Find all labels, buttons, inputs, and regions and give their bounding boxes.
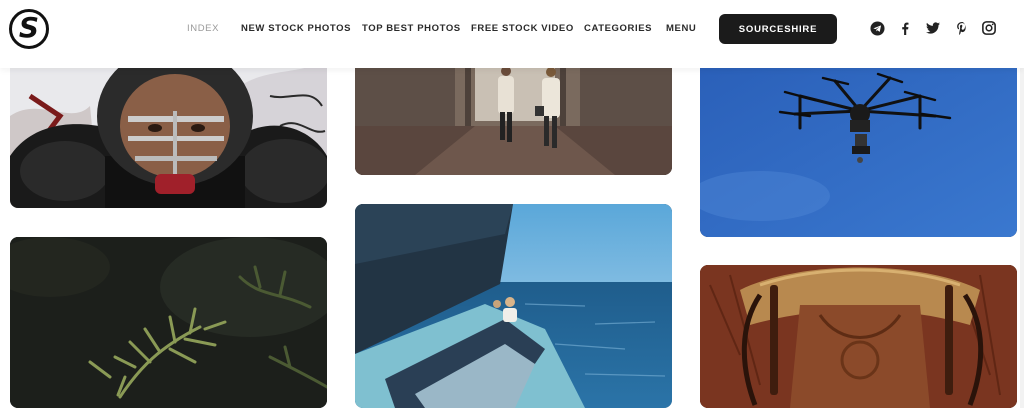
photo-drone[interactable]	[700, 56, 1017, 237]
nav-item-top-best-photos[interactable]: TOP BEST PHOTOS	[362, 23, 461, 34]
photo-sailboat[interactable]	[355, 204, 672, 408]
nav-item-new-stock-photos[interactable]: NEW STOCK PHOTOS	[241, 23, 351, 34]
top-navbar: S INDEX NEW STOCK PHOTOS TOP BEST PHOTOS…	[0, 0, 1024, 68]
sailboat-image	[355, 204, 672, 408]
nav-item-categories[interactable]: CATEGORIES	[584, 23, 652, 34]
nav-item-index[interactable]: INDEX	[187, 23, 219, 34]
facebook-icon[interactable]	[897, 20, 913, 36]
photo-street-walkers[interactable]	[355, 56, 672, 175]
street-walkers-image	[355, 56, 672, 175]
football-player-image	[10, 56, 327, 208]
photo-saddle[interactable]	[700, 265, 1017, 408]
logo-letter: S	[18, 11, 40, 44]
site-logo[interactable]: S	[9, 9, 49, 49]
nav-item-menu[interactable]: MENU	[666, 23, 696, 34]
pinterest-icon[interactable]	[954, 20, 970, 36]
photo-pine-branch[interactable]	[10, 237, 327, 408]
pine-branch-image	[10, 237, 327, 408]
saddle-image	[700, 265, 1017, 408]
photo-football-player[interactable]	[10, 56, 327, 208]
telegram-icon[interactable]	[869, 20, 885, 36]
scrollbar-track[interactable]	[1020, 68, 1024, 408]
drone-image	[700, 56, 1017, 237]
sourceshire-button[interactable]: SOURCESHIRE	[719, 14, 837, 44]
twitter-icon[interactable]	[925, 20, 941, 36]
nav-item-free-stock-video[interactable]: FREE STOCK VIDEO	[471, 23, 574, 34]
instagram-icon[interactable]	[981, 20, 997, 36]
